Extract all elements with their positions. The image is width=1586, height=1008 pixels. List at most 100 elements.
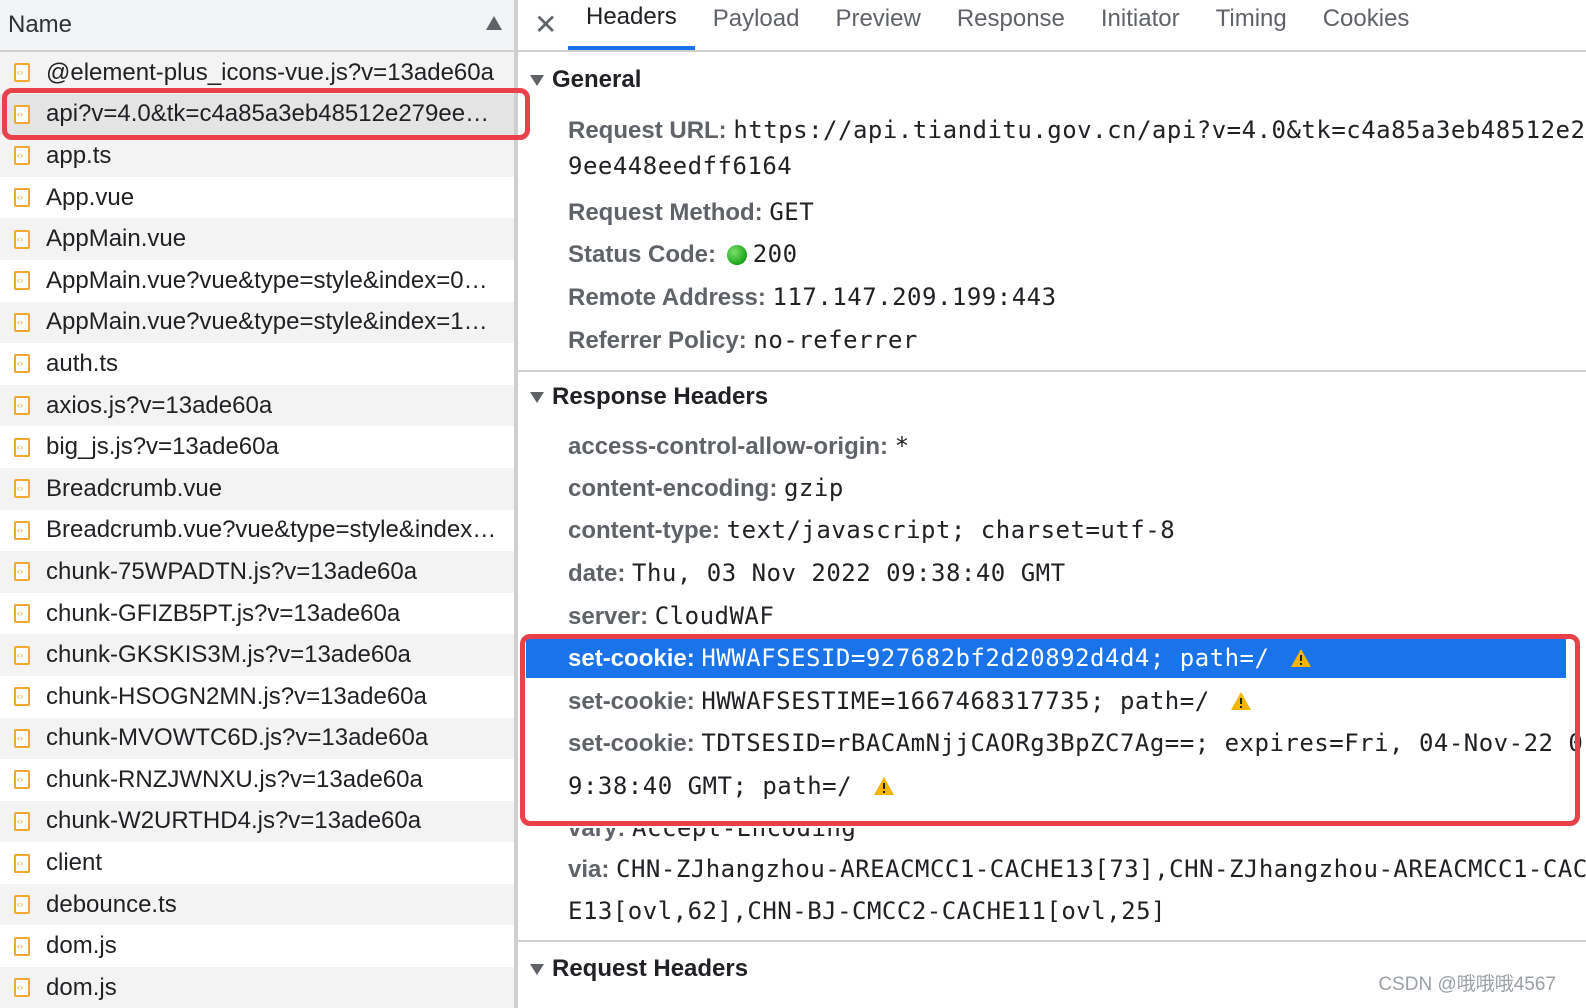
- request-name: chunk-GKSKIS3M.js?v=13ade60a: [46, 641, 411, 669]
- request-name: AppMain.vue?vue&type=style&index=0&…: [46, 266, 502, 294]
- request-name: app.ts: [46, 141, 112, 169]
- request-list-item[interactable]: Breadcrumb.vue: [0, 467, 514, 510]
- script-file-icon: [14, 687, 30, 707]
- request-list-item[interactable]: @element-plus_icons-vue.js?v=13ade60a: [0, 52, 514, 94]
- request-list-item[interactable]: AppMain.vue: [0, 218, 514, 260]
- request-name: chunk-75WPADTN.js?v=13ade60a: [46, 557, 418, 585]
- script-file-icon: [14, 562, 30, 582]
- request-name: chunk-GFIZB5PT.js?v=13ade60a: [46, 599, 401, 627]
- request-list-item[interactable]: axios.js?v=13ade60a: [0, 384, 514, 427]
- collapse-triangle-icon: [530, 963, 544, 975]
- script-file-icon: [14, 188, 30, 208]
- header-key: date:: [568, 560, 626, 587]
- section-divider: [518, 370, 1586, 372]
- header-value: https://api.tianditu.gov.cn/api?v=4.0&tk…: [733, 116, 1586, 144]
- header-key: Remote Address:: [568, 284, 766, 311]
- content-type-row: content-type: text/javascript; charset=u…: [568, 510, 1175, 551]
- script-file-icon: [14, 354, 30, 374]
- tab-cookies[interactable]: Cookies: [1305, 0, 1428, 50]
- tab-headers[interactable]: Headers: [568, 0, 695, 50]
- header-value: *: [894, 432, 910, 460]
- warning-icon[interactable]: [1230, 691, 1252, 711]
- request-list-item[interactable]: chunk-GKSKIS3M.js?v=13ade60a: [0, 634, 514, 676]
- request-list-item[interactable]: chunk-W2URTHD4.js?v=13ade60a: [0, 800, 514, 843]
- request-name: chunk-W2URTHD4.js?v=13ade60a: [46, 807, 422, 835]
- tab-initiator[interactable]: Initiator: [1083, 0, 1198, 50]
- script-file-icon: [14, 396, 30, 416]
- request-name: axios.js?v=13ade60a: [46, 391, 273, 419]
- general-section-title: General: [552, 66, 642, 93]
- response-headers-section-toggle[interactable]: Response Headers: [518, 383, 768, 411]
- set-cookie-row-1[interactable]: set-cookie: HWWAFSESID=927682bf2d20892d4…: [568, 638, 1312, 679]
- script-file-icon: [14, 936, 30, 956]
- response-headers-section-title: Response Headers: [552, 383, 769, 410]
- close-icon[interactable]: ✕: [534, 8, 557, 41]
- request-list-item[interactable]: client: [0, 842, 514, 884]
- request-list-item[interactable]: chunk-75WPADTN.js?v=13ade60a: [0, 551, 514, 593]
- request-method-row: Request Method: GET: [568, 192, 814, 233]
- header-key: content-encoding:: [568, 475, 778, 502]
- request-list-item[interactable]: chunk-HSOGN2MN.js?v=13ade60a: [0, 676, 514, 718]
- server-header-row: server: CloudWAF: [568, 596, 774, 637]
- warning-icon[interactable]: [873, 776, 895, 796]
- header-value: 117.147.209.199:443: [772, 283, 1057, 311]
- tab-preview[interactable]: Preview: [817, 0, 938, 50]
- script-file-icon: [14, 437, 30, 457]
- request-name: AppMain.vue: [46, 225, 187, 253]
- status-code-row: Status Code: 200: [568, 234, 798, 275]
- script-file-icon: [14, 229, 30, 249]
- request-list-item[interactable]: chunk-GFIZB5PT.js?v=13ade60a: [0, 593, 514, 635]
- header-key: vary:: [568, 815, 626, 842]
- header-value: Thu, 03 Nov 2022 09:38:40 GMT: [632, 559, 1066, 587]
- script-file-icon: [14, 312, 30, 332]
- request-name: Breadcrumb.vue: [46, 474, 223, 502]
- request-list-item[interactable]: api?v=4.0&tk=c4a85a3eb48512e279ee4…: [0, 93, 514, 136]
- header-key: Referrer Policy:: [568, 327, 747, 354]
- referrer-policy-row: Referrer Policy: no-referrer: [568, 320, 918, 361]
- script-file-icon: [14, 770, 30, 790]
- script-file-icon: [14, 271, 30, 291]
- name-column-header[interactable]: Name: [0, 0, 514, 52]
- header-key: set-cookie:: [568, 688, 695, 715]
- request-list-item[interactable]: AppMain.vue?vue&type=style&index=0&…: [0, 260, 514, 302]
- header-key: access-control-allow-origin:: [568, 433, 889, 460]
- content-encoding-row: content-encoding: gzip: [568, 468, 844, 509]
- script-file-icon: [14, 479, 30, 499]
- request-list-item[interactable]: app.ts: [0, 135, 514, 177]
- request-name: big_js.js?v=13ade60a: [46, 433, 279, 461]
- warning-icon[interactable]: [1290, 648, 1312, 668]
- request-list-item[interactable]: debounce.ts: [0, 883, 514, 926]
- request-name: chunk-RNZJWNXU.js?v=13ade60a: [46, 765, 423, 793]
- via-header-row-continued: E13[ovl,62],CHN-BJ-CMCC2-CACHE11[ovl,25]: [568, 897, 1166, 926]
- header-key: server:: [568, 603, 649, 630]
- set-cookie-row-3[interactable]: set-cookie: TDTSESID=rBACAmNjjCAORg3BpZC…: [568, 723, 1583, 764]
- request-list-item[interactable]: Breadcrumb.vue?vue&type=style&index…: [0, 510, 514, 552]
- request-name: dom.js: [46, 932, 117, 960]
- request-list-item[interactable]: auth.ts: [0, 343, 514, 385]
- request-url-row: Request URL: https://api.tianditu.gov.cn…: [568, 110, 1586, 151]
- sort-ascending-icon[interactable]: [486, 16, 502, 30]
- request-list-panel: Name @element-plus_icons-vue.js?v=13ade6…: [0, 0, 518, 1008]
- header-key: set-cookie:: [568, 645, 695, 672]
- request-name: chunk-HSOGN2MN.js?v=13ade60a: [46, 682, 427, 710]
- script-file-icon: [14, 645, 30, 665]
- request-list-item[interactable]: dom.js: [0, 967, 514, 1008]
- tab-payload[interactable]: Payload: [695, 0, 818, 50]
- general-section-toggle[interactable]: General: [518, 66, 641, 94]
- request-list-item[interactable]: AppMain.vue?vue&type=style&index=1&…: [0, 301, 514, 344]
- tab-response[interactable]: Response: [939, 0, 1083, 50]
- acao-header-row: access-control-allow-origin: *: [568, 426, 910, 467]
- set-cookie-row-2[interactable]: set-cookie: HWWAFSESTIME=1667468317735; …: [568, 681, 1252, 722]
- request-name: AppMain.vue?vue&type=style&index=1&…: [46, 308, 502, 336]
- header-key: content-type:: [568, 517, 720, 544]
- request-headers-section-toggle[interactable]: Request Headers: [518, 955, 748, 983]
- request-list-item[interactable]: big_js.js?v=13ade60a: [0, 426, 514, 468]
- request-list-item[interactable]: dom.js: [0, 925, 514, 967]
- request-list-item[interactable]: App.vue: [0, 177, 514, 219]
- request-list-item[interactable]: chunk-MVOWTC6D.js?v=13ade60a: [0, 717, 514, 760]
- header-value: CloudWAF: [654, 602, 775, 630]
- script-file-icon: [14, 811, 30, 831]
- request-list-item[interactable]: chunk-RNZJWNXU.js?v=13ade60a: [0, 759, 514, 801]
- tab-timing[interactable]: Timing: [1198, 0, 1305, 50]
- section-divider: [518, 940, 1586, 942]
